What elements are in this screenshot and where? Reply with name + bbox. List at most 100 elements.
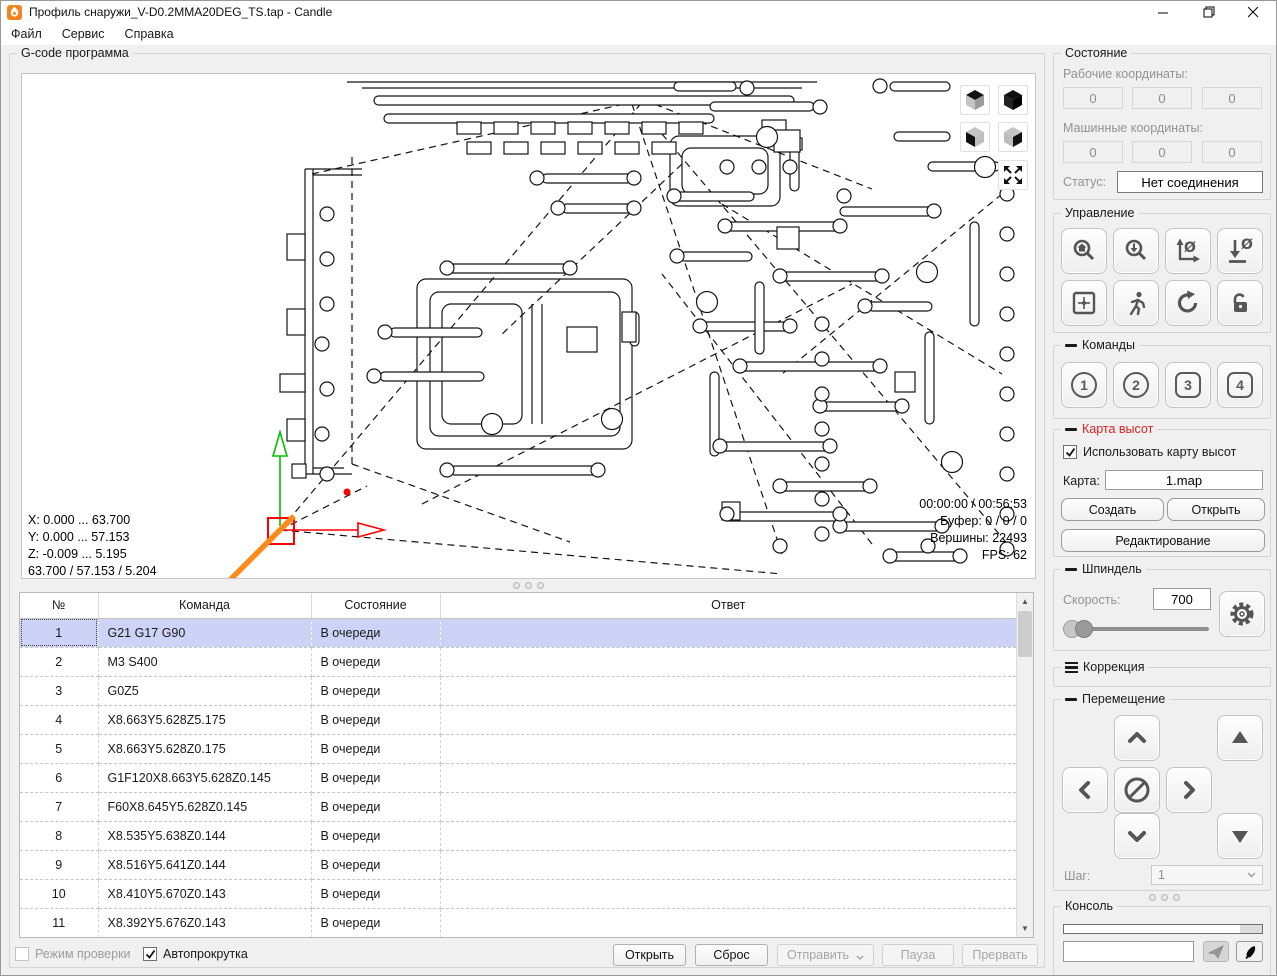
send-program-button[interactable]: Отправить (777, 944, 874, 966)
table-cell-num[interactable]: 9 (20, 850, 99, 880)
minimize-button[interactable] (1141, 1, 1186, 23)
table-cell-cmd[interactable]: X8.410Y5.670Z0.143 (98, 879, 312, 909)
table-cell-st[interactable]: В очереди (311, 705, 441, 735)
speed-field[interactable]: 700 (1153, 588, 1211, 610)
col-command[interactable]: Команда (98, 593, 312, 619)
table-row[interactable]: 11 X8.392Y5.676Z0.143 В очереди (20, 908, 1016, 937)
table-cell-cmd[interactable]: X8.392Y5.676Z0.143 (98, 908, 312, 937)
table-cell-num[interactable]: 2 (20, 647, 99, 677)
table-cell-cmd[interactable]: G1F120X8.663Y5.628Z0.145 (98, 763, 312, 793)
table-cell-num[interactable]: 10 (20, 879, 99, 909)
home-search-button[interactable] (1061, 228, 1107, 274)
table-row[interactable]: 8 X8.535Y5.638Z0.144 В очереди (20, 821, 1016, 851)
table-cell-rs[interactable] (440, 618, 1016, 648)
table-cell-st[interactable]: В очереди (311, 821, 441, 851)
scroll-down-icon[interactable]: ▼ (1017, 920, 1033, 937)
table-cell-num[interactable]: 4 (20, 705, 99, 735)
autoscroll-box[interactable] (143, 947, 157, 961)
jog-x-minus-button[interactable] (1062, 767, 1108, 813)
safe-position-button[interactable] (1113, 280, 1159, 326)
speed-slider-handle2[interactable] (1075, 620, 1093, 638)
user-command-2-button[interactable]: 2 (1113, 362, 1159, 408)
open-file-button[interactable]: Открыть (613, 944, 686, 966)
menu-file[interactable]: Файл (1, 25, 52, 43)
user-command-4-button[interactable]: 4 (1217, 362, 1263, 408)
create-heightmap-button[interactable]: Создать (1061, 498, 1164, 521)
jog-y-plus-button[interactable] (1114, 715, 1160, 761)
close-button[interactable] (1231, 1, 1276, 23)
table-cell-cmd[interactable]: X8.535Y5.638Z0.144 (98, 821, 312, 851)
reset-table-button[interactable]: Сброс (695, 944, 768, 966)
fit-view-button[interactable] (998, 160, 1028, 190)
table-cell-num[interactable]: 8 (20, 821, 99, 851)
table-cell-st[interactable]: В очереди (311, 908, 441, 937)
table-cell-num[interactable]: 5 (20, 734, 99, 764)
col-response[interactable]: Ответ (440, 593, 1016, 619)
view-isometric-button[interactable] (998, 85, 1028, 115)
edit-heightmap-button[interactable]: Редактирование (1061, 529, 1265, 552)
work-y-field[interactable]: 0 (1132, 87, 1192, 109)
table-cell-rs[interactable] (440, 676, 1016, 706)
table-cell-st[interactable]: В очереди (311, 850, 441, 880)
console-input[interactable] (1063, 941, 1194, 962)
pause-button[interactable]: Пауза (882, 944, 954, 966)
collapse-icon[interactable] (1065, 697, 1077, 701)
table-cell-num[interactable]: 3 (20, 676, 99, 706)
menu-bars-icon[interactable] (1065, 661, 1078, 673)
step-combobox[interactable]: 1 (1151, 865, 1263, 885)
scroll-up-icon[interactable]: ▲ (1017, 593, 1033, 610)
table-cell-num[interactable]: 7 (20, 792, 99, 822)
table-row[interactable]: 7 F60X8.645Y5.628Z0.145 В очереди (20, 792, 1016, 822)
table-row[interactable]: 2 M3 S400 В очереди (20, 647, 1016, 677)
table-row[interactable]: 9 X8.516Y5.641Z0.144 В очереди (20, 850, 1016, 880)
scrollbar-thumb[interactable] (1018, 611, 1032, 657)
jog-z-minus-button[interactable] (1217, 813, 1263, 859)
table-cell-rs[interactable] (440, 792, 1016, 822)
jog-z-plus-button[interactable] (1217, 715, 1263, 761)
col-number[interactable]: № (20, 593, 99, 619)
probe-z-button[interactable] (1113, 228, 1159, 274)
console-send-button[interactable] (1203, 941, 1229, 962)
view-front-button[interactable] (960, 122, 990, 152)
console-pen-button[interactable] (1236, 941, 1263, 962)
table-cell-rs[interactable] (440, 821, 1016, 851)
col-state[interactable]: Состояние (311, 593, 441, 619)
table-row[interactable]: 3 G0Z5 В очереди (20, 676, 1016, 706)
view-top-button[interactable] (960, 85, 990, 115)
table-cell-st[interactable]: В очереди (311, 676, 441, 706)
check-mode-checkbox[interactable]: Режим проверки (15, 947, 131, 961)
table-cell-cmd[interactable]: X8.516Y5.641Z0.144 (98, 850, 312, 880)
table-cell-cmd[interactable]: G0Z5 (98, 676, 312, 706)
menu-service[interactable]: Сервис (52, 25, 115, 43)
table-cell-cmd[interactable]: M3 S400 (98, 647, 312, 677)
table-cell-rs[interactable] (440, 763, 1016, 793)
gcode-3d-viewport[interactable]: X: 0.000 ... 63.700 Y: 0.000 ... 57.153 … (21, 73, 1036, 579)
table-row[interactable]: 1 G21 G17 G90 В очереди (20, 618, 1016, 648)
table-cell-cmd[interactable]: X8.663Y5.628Z0.175 (98, 734, 312, 764)
zero-xy-button[interactable]: Ø (1165, 228, 1211, 274)
collapse-icon[interactable] (1065, 567, 1077, 571)
machine-x-field[interactable]: 0 (1063, 141, 1123, 163)
console-output[interactable] (1063, 924, 1263, 934)
use-heightmap-box[interactable] (1063, 445, 1077, 459)
collapse-icon[interactable] (1065, 343, 1077, 347)
table-row[interactable]: 5 X8.663Y5.628Z0.175 В очереди (20, 734, 1016, 764)
table-cell-rs[interactable] (440, 705, 1016, 735)
jog-stop-button[interactable] (1114, 767, 1160, 813)
table-scrollbar[interactable]: ▲ ▼ (1016, 593, 1033, 937)
table-cell-rs[interactable] (440, 850, 1016, 880)
table-cell-st[interactable]: В очереди (311, 879, 441, 909)
work-z-field[interactable]: 0 (1202, 87, 1262, 109)
table-row[interactable]: 10 X8.410Y5.670Z0.143 В очереди (20, 879, 1016, 909)
restore-button[interactable] (1186, 1, 1231, 23)
table-cell-cmd[interactable]: G21 G17 G90 (98, 618, 312, 648)
table-cell-cmd[interactable]: F60X8.645Y5.628Z0.145 (98, 792, 312, 822)
use-heightmap-checkbox[interactable]: Использовать карту высот (1063, 445, 1236, 459)
jog-y-minus-button[interactable] (1114, 813, 1160, 859)
machine-y-field[interactable]: 0 (1132, 141, 1192, 163)
unlock-button[interactable] (1217, 280, 1263, 326)
table-cell-st[interactable]: В очереди (311, 734, 441, 764)
restore-origin-button[interactable] (1061, 280, 1107, 326)
collapse-icon[interactable] (1065, 427, 1077, 431)
table-cell-st[interactable]: В очереди (311, 792, 441, 822)
